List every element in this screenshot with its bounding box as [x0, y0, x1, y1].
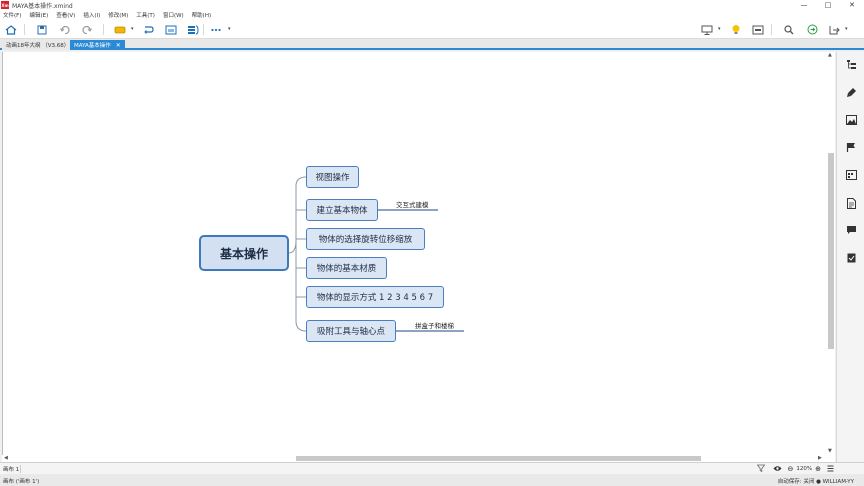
marker-library-icon[interactable] — [845, 169, 857, 181]
eye-icon[interactable] — [773, 465, 782, 474]
image-icon[interactable] — [845, 114, 857, 126]
sheet-tab-area — [20, 465, 750, 473]
topic-create-primitives[interactable]: 建立基本物体 — [306, 199, 378, 221]
task-icon[interactable] — [845, 251, 857, 263]
vertical-scroll-thumb[interactable] — [828, 153, 834, 349]
scroll-right-icon[interactable]: ▶ — [818, 455, 822, 461]
scroll-down-icon[interactable]: ▼ — [828, 448, 832, 454]
zoom-in-button[interactable]: ⊕ — [815, 465, 821, 473]
zoom-level: 120% — [796, 466, 813, 472]
scroll-left-icon[interactable]: ◀ — [4, 455, 8, 461]
topic-view-operations[interactable]: 视图操作 — [306, 166, 359, 188]
mindmap-connectors — [288, 176, 464, 332]
scroll-up-icon[interactable]: ▲ — [828, 52, 832, 58]
sheet-bar: 画布 1 ⊖ 120% ⊕ — [0, 462, 864, 474]
status-bar: 画布 ('画布 1') 自动保存: 关闭 ● WILLIAM-YY — [0, 474, 864, 486]
right-panel-bar — [836, 52, 864, 462]
outline-icon[interactable] — [845, 58, 857, 70]
topic-basic-materials[interactable]: 物体的基本材质 — [306, 257, 387, 279]
central-topic[interactable]: 基本操作 — [199, 235, 289, 271]
flag-icon[interactable] — [845, 141, 857, 153]
autosave-status: 自动保存: 关闭 ● WILLIAM-YY — [777, 479, 854, 485]
zoom-out-button[interactable]: ⊖ — [788, 465, 794, 473]
format-brush-icon[interactable] — [845, 86, 857, 98]
zoom-controls: ⊖ 120% ⊕ — [756, 464, 834, 474]
topic-display-modes[interactable]: 物体的显示方式 1 2 3 4 5 6 7 — [306, 286, 444, 308]
topic-transform-objects[interactable]: 物体的选择旋转位移缩放 — [306, 228, 425, 250]
notes-icon[interactable] — [845, 197, 857, 209]
horizontal-scroll-thumb[interactable] — [296, 456, 701, 461]
filter-icon[interactable] — [756, 464, 765, 474]
status-text: 画布 ('画布 1') — [3, 479, 40, 485]
subtopic-interactive-modeling[interactable]: 交互式建模 — [396, 199, 429, 209]
topic-snap-and-pivot[interactable]: 吸附工具与轴心点 — [306, 320, 396, 342]
subtopic-box-and-stairs[interactable]: 拼盒子和楼梯 — [415, 320, 454, 330]
menu-icon[interactable] — [827, 465, 834, 474]
sheet-tab[interactable]: 画布 1 — [3, 465, 19, 473]
comments-icon[interactable] — [845, 224, 857, 236]
